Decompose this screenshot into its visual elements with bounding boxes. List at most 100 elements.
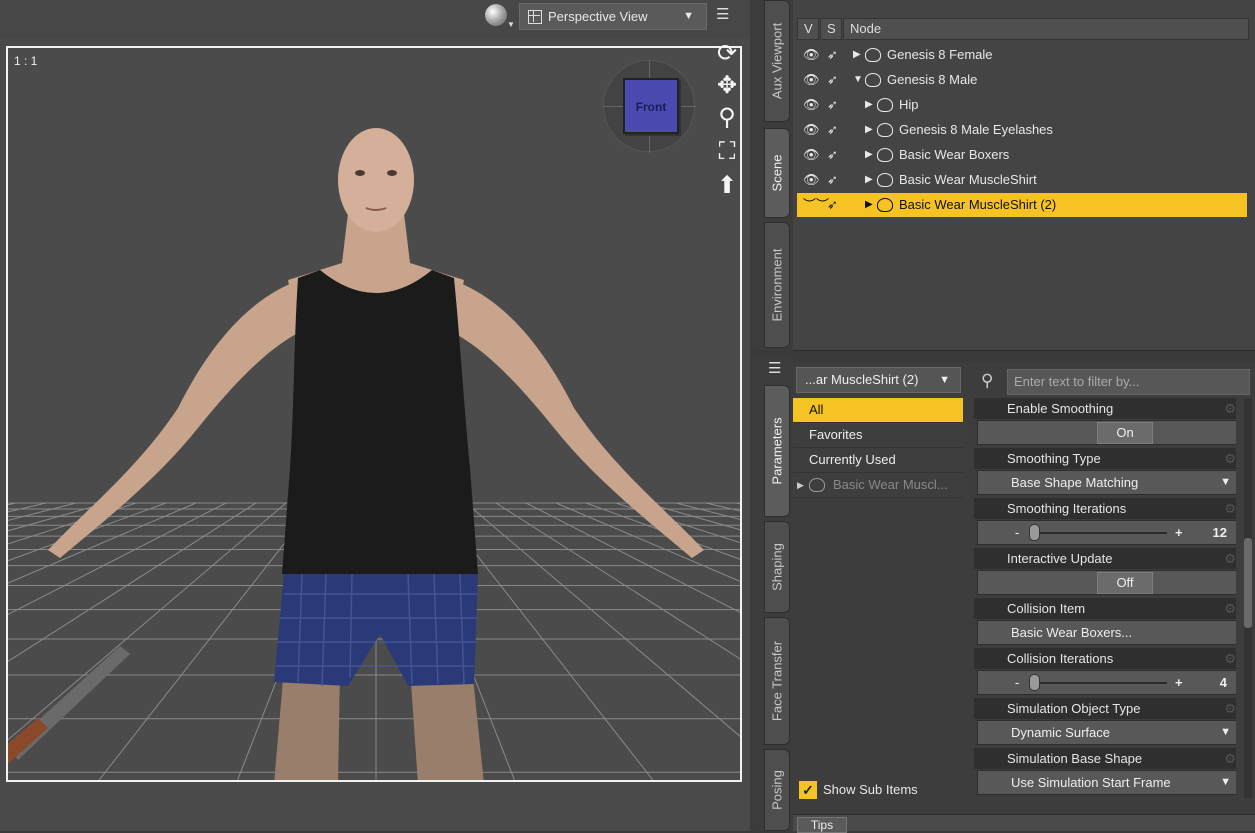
- view-cube-front-face[interactable]: Front: [623, 78, 679, 134]
- node-select-dropdown[interactable]: ...ar MuscleShirt (2) ▼: [796, 367, 961, 393]
- visibility-eye-icon[interactable]: 👁: [803, 118, 820, 142]
- minus-icon[interactable]: -: [1015, 671, 1019, 694]
- slider-value[interactable]: 4: [1220, 671, 1227, 694]
- filter-search-input[interactable]: Enter text to filter by...: [1007, 369, 1250, 395]
- property-slider[interactable]: - +4: [1011, 671, 1235, 694]
- scene-node-row[interactable]: 👁 ➶ ▶ Basic Wear MuscleShirt: [797, 168, 1247, 192]
- expand-arrow-icon[interactable]: ▶: [865, 143, 873, 167]
- pan-icon[interactable]: ✥: [713, 72, 741, 100]
- tab-aux-viewport[interactable]: Aux Viewport: [764, 0, 790, 122]
- property-title: Collision Item ⚙: [974, 598, 1236, 619]
- viewport-pane[interactable]: ▼ Perspective View ▼ ☰ 1: 1 Front ⟳ ✥ ⚲…: [0, 0, 750, 831]
- tab-posing[interactable]: Posing: [764, 749, 790, 831]
- pane-menu-icon[interactable]: ☰: [768, 359, 781, 377]
- visibility-eye-icon[interactable]: 👁: [803, 93, 820, 117]
- property-title-text: Simulation Object Type: [1007, 701, 1141, 716]
- figure-node-icon: [877, 198, 893, 212]
- category-node-item[interactable]: ▶ Basic Wear Muscl...: [793, 473, 963, 498]
- category-currently-used[interactable]: Currently Used: [793, 448, 963, 473]
- visibility-eye-icon[interactable]: 👁: [803, 168, 820, 192]
- property-dropdown-value: Base Shape Matching: [1011, 475, 1139, 490]
- tab-environment[interactable]: Environment: [764, 222, 790, 348]
- plus-icon[interactable]: +: [1175, 671, 1183, 694]
- slider-knob[interactable]: [1029, 524, 1040, 541]
- property-picker-button[interactable]: Basic Wear Boxers...: [1011, 621, 1235, 644]
- expand-arrow-icon[interactable]: ▶: [865, 118, 873, 142]
- expand-arrow-icon[interactable]: ▶: [865, 168, 873, 192]
- gear-icon[interactable]: ⚙: [1224, 498, 1236, 519]
- selectable-pointer-icon[interactable]: ➶: [827, 143, 838, 167]
- scene-node-row[interactable]: 👁 ➶ ▶ Basic Wear Boxers: [797, 143, 1247, 167]
- header-visible[interactable]: V: [797, 18, 819, 40]
- up-arrow-icon[interactable]: ⬆: [713, 172, 741, 200]
- category-favorites[interactable]: Favorites: [793, 423, 963, 448]
- property-slider[interactable]: - +12: [1011, 521, 1235, 544]
- slider-track[interactable]: [1029, 532, 1167, 534]
- pane-splitter[interactable]: [793, 350, 1255, 362]
- viewport-menu-icon[interactable]: ☰: [716, 6, 736, 24]
- expand-arrow-icon[interactable]: ▶: [853, 43, 861, 67]
- property-toggle[interactable]: Off: [1097, 572, 1153, 594]
- slider-track[interactable]: [1029, 682, 1167, 684]
- scrollbar-thumb[interactable]: [1244, 538, 1252, 628]
- eye-closed-icon[interactable]: ︶︶: [803, 193, 829, 217]
- scene-node-row[interactable]: ︶︶ ➶ ▶ Basic Wear MuscleShirt (2): [797, 193, 1247, 217]
- gear-icon[interactable]: ⚙: [1224, 598, 1236, 619]
- gear-icon[interactable]: ⚙: [1224, 748, 1236, 769]
- scene-node-row[interactable]: 👁 ➶ ▶ Genesis 8 Female: [797, 43, 1247, 67]
- property-control: Use Simulation Start Frame ▼: [977, 770, 1236, 795]
- property-toggle[interactable]: On: [1097, 422, 1153, 444]
- viewport-canvas[interactable]: 1 : 1 Front: [6, 46, 742, 782]
- property-collision-item: Collision Item ⚙ Basic Wear Boxers...: [974, 598, 1236, 646]
- tab-shaping[interactable]: Shaping: [764, 521, 790, 613]
- view-cube[interactable]: Front: [603, 60, 696, 153]
- selectable-pointer-icon[interactable]: ➶: [827, 43, 838, 67]
- tab-face-transfer[interactable]: Face Transfer: [764, 617, 790, 745]
- expand-arrow-icon[interactable]: ▼: [853, 68, 863, 92]
- property-dropdown[interactable]: Dynamic Surface ▼: [1011, 721, 1235, 744]
- header-node[interactable]: Node: [843, 18, 1249, 40]
- header-selectable[interactable]: S: [820, 18, 842, 40]
- expand-arrow-icon[interactable]: ▶: [797, 473, 804, 497]
- property-dropdown-value: Use Simulation Start Frame: [1011, 775, 1171, 790]
- draw-style-sphere-icon[interactable]: ▼: [485, 4, 515, 29]
- category-all[interactable]: All: [793, 398, 963, 423]
- gear-icon[interactable]: ⚙: [1224, 448, 1236, 469]
- minus-icon[interactable]: -: [1015, 521, 1019, 544]
- scene-node-row[interactable]: 👁 ➶ ▶ Hip: [797, 93, 1247, 117]
- selectable-pointer-icon[interactable]: ➶: [827, 93, 838, 117]
- gear-icon[interactable]: ⚙: [1224, 648, 1236, 669]
- chevron-down-icon: ▼: [1220, 476, 1231, 488]
- tab-scene[interactable]: Scene: [764, 128, 790, 218]
- frame-icon[interactable]: ⛶: [713, 138, 741, 166]
- tab-parameters[interactable]: Parameters: [764, 385, 790, 517]
- property-scrollbar[interactable]: [1244, 398, 1252, 798]
- scene-node-row[interactable]: 👁 ➶ ▼ Genesis 8 Male: [797, 68, 1247, 92]
- visibility-eye-icon[interactable]: 👁: [803, 143, 820, 167]
- orbit-icon[interactable]: ⟳: [713, 40, 741, 68]
- gear-icon[interactable]: ⚙: [1224, 398, 1236, 419]
- plus-icon[interactable]: +: [1175, 521, 1183, 544]
- selectable-pointer-icon[interactable]: ➶: [827, 193, 838, 217]
- expand-arrow-icon[interactable]: ▶: [865, 93, 873, 117]
- slider-value[interactable]: 12: [1213, 521, 1227, 544]
- visibility-eye-icon[interactable]: 👁: [803, 68, 820, 92]
- property-dropdown[interactable]: Base Shape Matching ▼: [1011, 471, 1235, 494]
- selectable-pointer-icon[interactable]: ➶: [827, 168, 838, 192]
- selectable-pointer-icon[interactable]: ➶: [827, 118, 838, 142]
- visibility-eye-icon[interactable]: 👁: [803, 43, 820, 67]
- zoom-icon[interactable]: ⚲: [713, 104, 741, 132]
- slider-knob[interactable]: [1029, 674, 1040, 691]
- property-picker-value: Basic Wear Boxers...: [1011, 625, 1133, 640]
- show-sub-items-checkbox[interactable]: ✓ Show Sub Items: [797, 780, 957, 800]
- scene-node-row[interactable]: 👁 ➶ ▶ Genesis 8 Male Eyelashes: [797, 118, 1247, 142]
- property-dropdown[interactable]: Use Simulation Start Frame ▼: [1011, 771, 1235, 794]
- gear-icon[interactable]: ⚙: [1224, 698, 1236, 719]
- gear-icon[interactable]: ⚙: [1224, 548, 1236, 569]
- bottom-side-tabs: ☰ Parameters Shaping Face Transfer Posin…: [750, 355, 793, 831]
- expand-arrow-icon[interactable]: ▶: [865, 193, 873, 217]
- property-control: Dynamic Surface ▼: [977, 720, 1236, 745]
- property-control: Off: [977, 570, 1236, 595]
- view-select-dropdown[interactable]: Perspective View ▼: [519, 3, 707, 30]
- selectable-pointer-icon[interactable]: ➶: [827, 68, 838, 92]
